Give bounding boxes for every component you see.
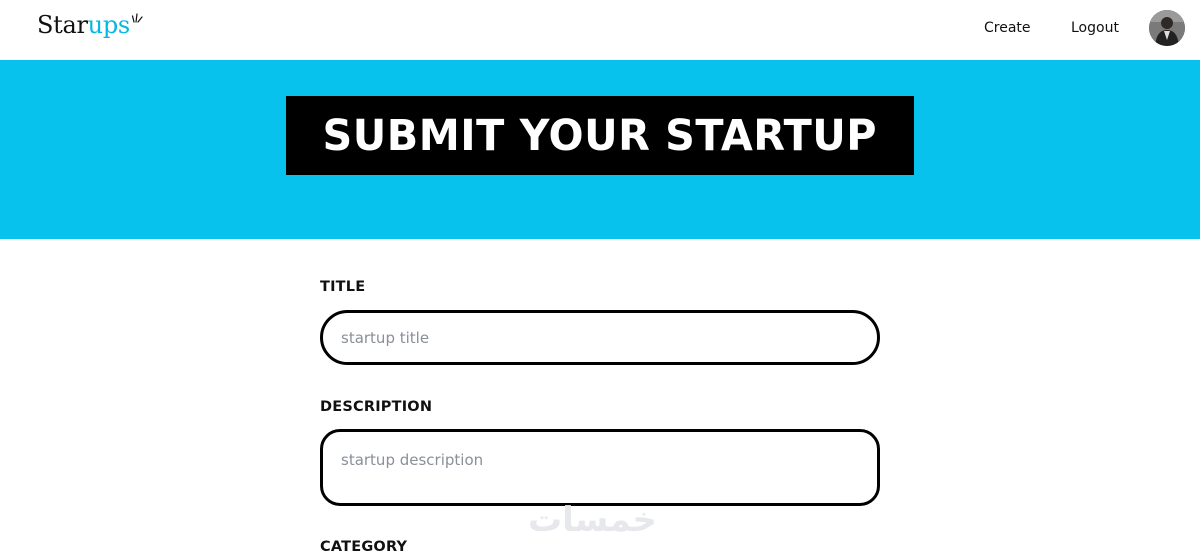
logout-link[interactable]: Logout xyxy=(1071,20,1119,36)
user-photo-icon xyxy=(1149,10,1185,46)
hero-title-box: SUBMIT YOUR STARTUP xyxy=(286,96,914,175)
title-label: TITLE xyxy=(320,279,366,295)
logo-suffix: ups xyxy=(87,11,131,39)
logo-text: Starups xyxy=(37,10,130,40)
watermark: خمسات xyxy=(528,500,657,540)
sparkle-rays-icon xyxy=(131,13,143,23)
description-label: DESCRIPTION xyxy=(320,399,433,415)
logo-prefix: Star xyxy=(37,11,88,39)
description-input[interactable] xyxy=(320,429,880,506)
title-input[interactable] xyxy=(320,310,880,365)
create-link[interactable]: Create xyxy=(984,20,1031,36)
page-title: SUBMIT YOUR STARTUP xyxy=(322,110,878,161)
logo[interactable]: Starups xyxy=(37,10,143,46)
hero-banner: SUBMIT YOUR STARTUP xyxy=(0,60,1200,239)
avatar[interactable] xyxy=(1149,10,1185,46)
navbar: Starups Create Logout xyxy=(0,0,1200,60)
category-label: CATEGORY xyxy=(320,539,408,555)
